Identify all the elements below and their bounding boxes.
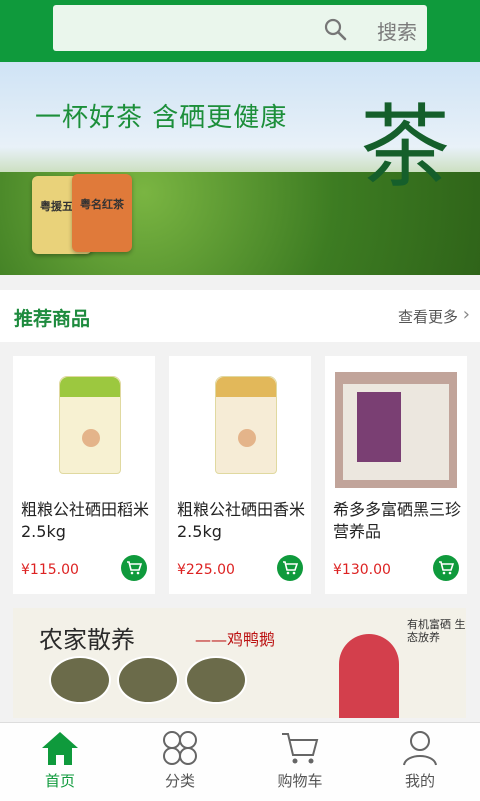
product-card[interactable]: 粗粮公社硒田香米 2.5kg ¥225.00 [169,356,311,594]
view-more-link[interactable]: 查看更多 [398,306,458,327]
banner-slogan: 一杯好茶 含硒更健康 [35,103,288,133]
product-image [23,364,145,488]
poultry-banner-tag: 有机富硒 生态放养 [407,618,466,644]
product-name: 希多多富硒黑三珍营养品 [333,500,462,541]
product-image [335,364,457,488]
shopping-cart-icon [282,733,319,764]
tab-category[interactable]: 分类 [120,723,240,801]
banner-tea-bag-label: 粤名红茶 [80,198,124,211]
tab-label: 分类 [164,772,195,790]
product-price: ¥130.00 [333,562,391,578]
poultry-banner-subtitle: ——鸡鸭鹅 [195,630,276,649]
banner-calligraphy: 茶 [360,95,450,200]
cart-icon [439,561,454,575]
girl-with-chicken-photo [339,634,399,718]
tab-profile[interactable]: 我的 [360,723,480,801]
poultry-banner-title: 农家散养 [39,626,135,654]
product-price: ¥225.00 [177,562,235,578]
banner-tea-bag: 粤名红茶 [72,174,132,252]
tab-label: 购物车 [277,772,323,790]
search-placeholder: 搜索 [377,20,417,44]
section-title: 推荐商品 [14,308,91,330]
search-icon [324,18,347,41]
product-name: 粗粮公社硒田香米 2.5kg [177,500,306,541]
top-bar: 搜索 [0,0,480,62]
search-input[interactable]: 搜索 [53,5,427,51]
poultry-photo [49,656,111,704]
add-to-cart-button[interactable] [433,555,459,581]
bottom-tab-bar: 首页 分类 购物车 我的 [0,722,480,801]
recommend-section-header: 推荐商品 查看更多 › [0,290,480,342]
product-price: ¥115.00 [21,562,79,578]
poultry-photo [185,656,247,704]
promo-banner[interactable]: 一杯好茶 含硒更健康 茶 粤援五号 粤名红茶 [0,62,480,275]
product-card[interactable]: 希多多富硒黑三珍营养品 ¥130.00 [325,356,467,594]
poultry-banner[interactable]: 农家散养 ——鸡鸭鹅 有机富硒 生态放养 [13,608,466,718]
add-to-cart-button[interactable] [277,555,303,581]
tab-label: 首页 [44,772,75,790]
home-icon [42,732,78,765]
product-image [179,364,301,488]
cart-icon [127,561,142,575]
poultry-photo [117,656,179,704]
tab-home[interactable]: 首页 [0,723,120,801]
add-to-cart-button[interactable] [121,555,147,581]
product-card[interactable]: 粗粮公社硒田稻米 2.5kg ¥115.00 [13,356,155,594]
product-name: 粗粮公社硒田稻米 2.5kg [21,500,150,541]
cart-icon [283,561,298,575]
chevron-right-icon[interactable]: › [463,304,470,325]
category-icon [163,731,197,765]
tab-cart[interactable]: 购物车 [240,723,360,801]
tab-label: 我的 [404,772,435,790]
user-icon [403,731,437,766]
